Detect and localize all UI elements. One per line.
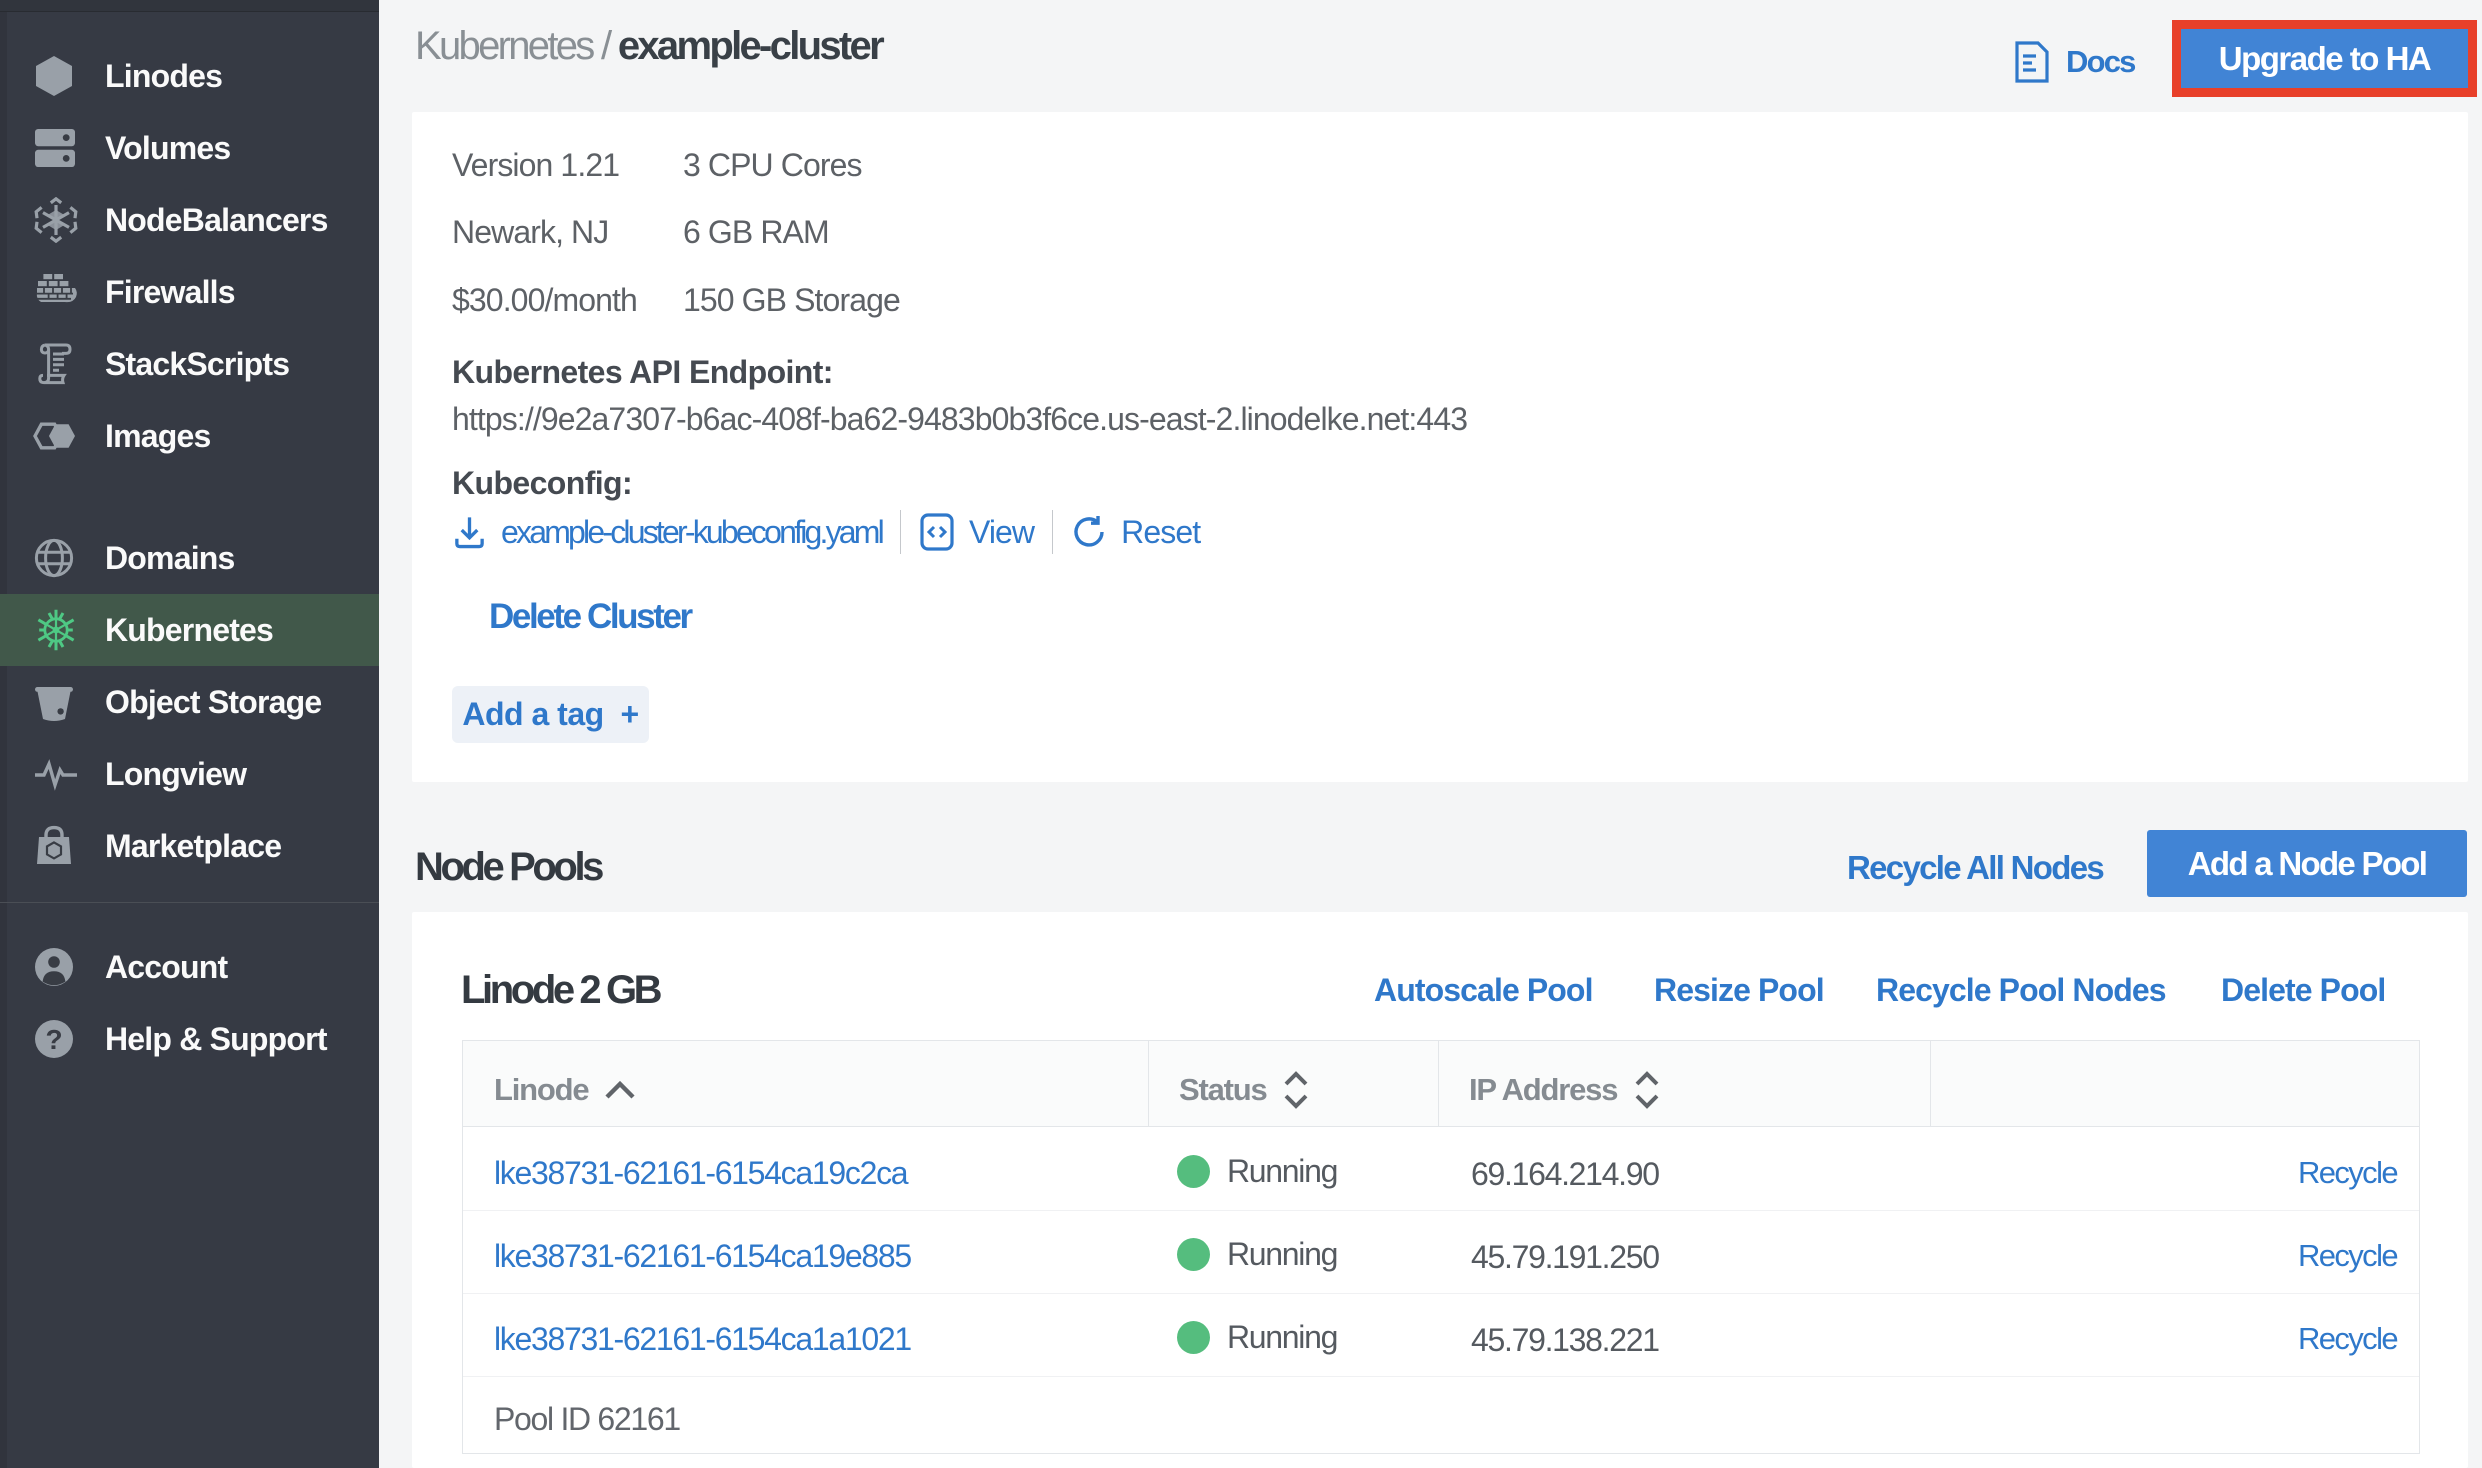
svg-text:?: ? [45, 1024, 62, 1055]
